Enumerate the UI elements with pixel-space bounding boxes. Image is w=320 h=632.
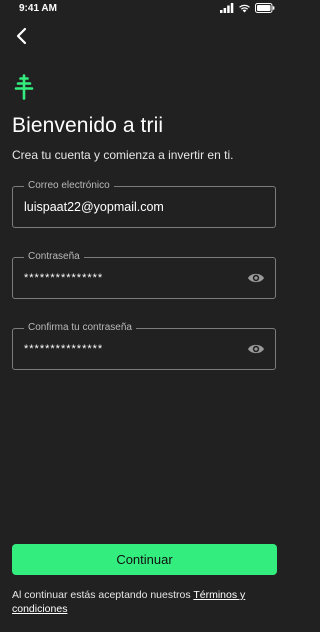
page-title: Bienvenido a trii — [12, 114, 164, 137]
email-field[interactable]: Correo electrónico — [12, 179, 276, 228]
battery-icon — [255, 3, 275, 13]
page-subtitle: Crea tu cuenta y comienza a invertir en … — [12, 148, 234, 162]
password-input[interactable]: *************** — [24, 272, 234, 284]
confirm-password-input[interactable]: *************** — [24, 343, 234, 355]
eye-icon[interactable] — [247, 270, 265, 286]
email-field-label: Correo electrónico — [24, 179, 114, 193]
confirm-password-field-label: Confirma tu contraseña — [24, 321, 136, 335]
tree-logo-icon — [14, 74, 34, 100]
eye-icon[interactable] — [247, 341, 265, 357]
terms-prefix: Al continuar estás aceptando nuestros — [12, 589, 194, 601]
password-field[interactable]: Contraseña *************** — [12, 250, 276, 299]
password-field-label: Contraseña — [24, 250, 84, 264]
status-bar: 9:41 AM — [0, 0, 291, 18]
email-input[interactable] — [24, 200, 234, 214]
terms-text: Al continuar estás aceptando nuestros Té… — [12, 588, 280, 616]
wifi-icon — [239, 4, 250, 13]
status-icons — [220, 3, 275, 13]
signal-icon — [220, 3, 234, 13]
status-time: 9:41 AM — [19, 3, 57, 14]
back-arrow-icon — [16, 27, 27, 45]
confirm-password-field[interactable]: Confirma tu contraseña *************** — [12, 321, 276, 370]
back-button[interactable] — [10, 24, 32, 48]
continue-button[interactable]: Continuar — [12, 544, 277, 575]
